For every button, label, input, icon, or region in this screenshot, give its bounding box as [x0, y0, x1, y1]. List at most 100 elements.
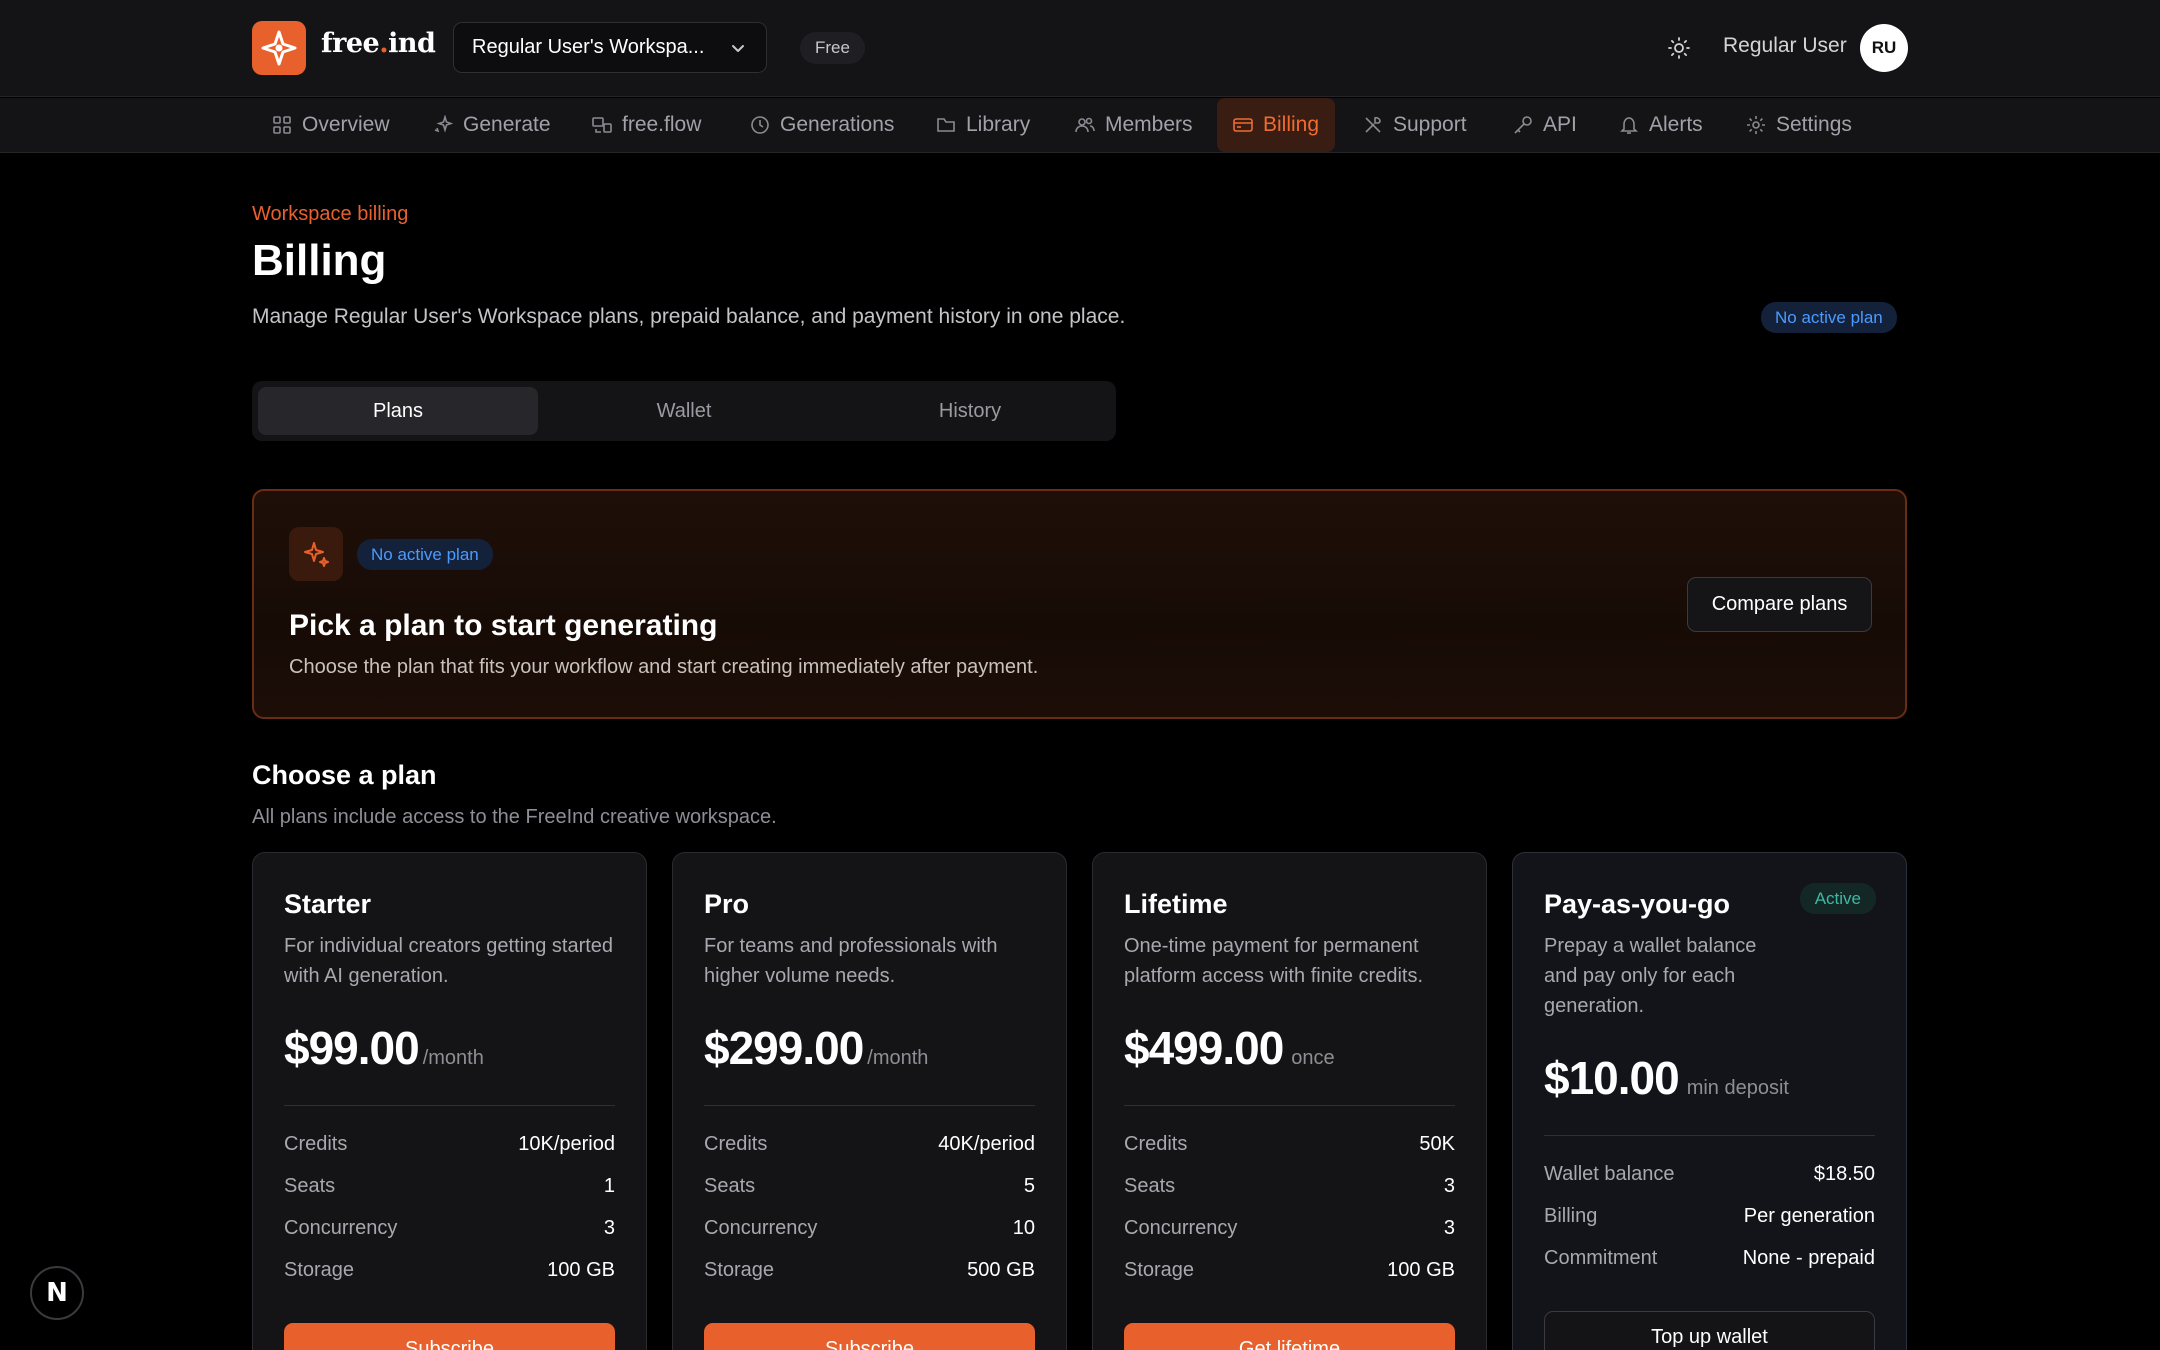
- theme-toggle-button[interactable]: [1664, 33, 1694, 63]
- sparkle-icon: [434, 115, 453, 133]
- card-divider: [704, 1105, 1035, 1106]
- status-badge: No active plan: [1761, 302, 1897, 333]
- logo-icon[interactable]: [252, 21, 306, 75]
- plan-description: For individual creators getting started …: [284, 935, 614, 987]
- tab-plans[interactable]: Plans: [258, 387, 538, 435]
- nav-label: Generations: [780, 113, 895, 136]
- tools-icon: [1365, 116, 1381, 133]
- plan-name: Pro: [704, 889, 750, 919]
- users-icon: [1075, 117, 1095, 133]
- spec-row: Seats 1: [284, 1175, 615, 1197]
- nav-item-api[interactable]: API: [1497, 98, 1593, 152]
- plan-price: $10.00 min deposit: [1544, 1051, 1789, 1105]
- spec-row: Commitment None - prepaid: [1544, 1247, 1875, 1269]
- plan-name: Lifetime: [1124, 889, 1228, 919]
- billing-tabs: Plans Wallet History: [252, 381, 1116, 441]
- top-bar: free.ind Regular User's Workspa... Free …: [0, 0, 2160, 97]
- top-up-wallet-button[interactable]: Top up wallet: [1544, 1311, 1875, 1350]
- page-subtitle: Manage Regular User's Workspace plans, p…: [252, 305, 1126, 328]
- nav-item-settings[interactable]: Settings: [1730, 98, 1868, 152]
- nav-label: Support: [1393, 113, 1467, 136]
- plan-card-lifetime: Lifetime One-time payment for permanent …: [1092, 852, 1487, 1350]
- nav-item-free-flow[interactable]: free.flow: [576, 98, 717, 152]
- folder-icon: [937, 118, 955, 132]
- active-badge: Active: [1799, 883, 1876, 914]
- nav-label: free.flow: [622, 113, 702, 136]
- nav-label: Alerts: [1649, 113, 1703, 136]
- section-subtitle: All plans include access to the FreeInd …: [252, 806, 777, 828]
- plan-card-pro: Pro For teams and professionals with hig…: [672, 852, 1067, 1350]
- dev-tools-badge[interactable]: N: [30, 1266, 84, 1320]
- spec-row: Storage 500 GB: [704, 1259, 1035, 1281]
- get-lifetime-button[interactable]: Get lifetime: [1124, 1323, 1455, 1350]
- price-period: /month: [422, 1047, 484, 1069]
- bell-icon: [1620, 117, 1638, 134]
- card-divider: [284, 1105, 615, 1106]
- chevron-down-icon: [732, 44, 744, 52]
- subscribe-button[interactable]: Subscribe: [704, 1323, 1035, 1350]
- user-name[interactable]: Regular User: [1723, 34, 1847, 58]
- nav-item-generate[interactable]: Generate: [417, 98, 567, 152]
- plan-hero: No active plan Pick a plan to start gene…: [252, 489, 1907, 719]
- plan-description: Prepay a wallet balance and pay only for…: [1544, 935, 1757, 1017]
- plan-card-pay-as-you-go: Pay-as-you-go Active Prepay a wallet bal…: [1512, 852, 1907, 1350]
- price-period: /month: [867, 1047, 929, 1069]
- plan-description: For teams and professionals with higher …: [704, 935, 998, 987]
- price-period: once: [1291, 1047, 1335, 1069]
- spec-row: Credits 50K: [1124, 1133, 1455, 1155]
- nav-label: Generate: [463, 113, 551, 136]
- grid-icon: [273, 116, 291, 134]
- plan-description: One-time payment for permanent platform …: [1124, 935, 1423, 987]
- spec-row: Storage 100 GB: [284, 1259, 615, 1281]
- price-amount: $499.00: [1124, 1022, 1284, 1074]
- hero-title: Pick a plan to start generating: [289, 609, 718, 642]
- avatar[interactable]: RU: [1860, 24, 1908, 72]
- nav-item-alerts[interactable]: Alerts: [1603, 98, 1719, 152]
- spec-row: Seats 3: [1124, 1175, 1455, 1197]
- spec-row: Concurrency 10: [704, 1217, 1035, 1239]
- spec-row: Credits 10K/period: [284, 1133, 615, 1155]
- tab-wallet[interactable]: Wallet: [544, 387, 824, 435]
- spec-row: Billing Per generation: [1544, 1205, 1875, 1227]
- card-divider: [1544, 1135, 1875, 1136]
- subscribe-button[interactable]: Subscribe: [284, 1323, 615, 1350]
- main-nav: Overview Generate free.flow Generations …: [0, 98, 2160, 153]
- price-period: min deposit: [1686, 1077, 1789, 1099]
- nav-item-generations[interactable]: Generations: [734, 98, 910, 152]
- gear-icon: [1747, 116, 1765, 134]
- workspace-select[interactable]: Regular User's Workspa...: [453, 22, 767, 73]
- plan-name: Pay-as-you-go: [1544, 889, 1731, 919]
- hero-status-badge: No active plan: [357, 539, 493, 570]
- nav-label: Billing: [1263, 113, 1320, 136]
- credit-card-icon: [1233, 118, 1253, 132]
- plan-price: $99.00 /month: [284, 1021, 484, 1075]
- compare-plans-button[interactable]: Compare plans: [1687, 577, 1872, 632]
- nav-label: Members: [1105, 113, 1193, 136]
- nav-label: Library: [966, 113, 1031, 136]
- flow-icon: [592, 117, 612, 133]
- spec-row: Seats 5: [704, 1175, 1035, 1197]
- tab-history[interactable]: History: [830, 387, 1110, 435]
- price-amount: $299.00: [704, 1022, 864, 1074]
- nav-item-members[interactable]: Members: [1059, 98, 1209, 152]
- nav-label: Settings: [1776, 113, 1852, 136]
- nav-label: API: [1543, 113, 1577, 136]
- card-divider: [1124, 1105, 1455, 1106]
- nav-item-support[interactable]: Support: [1347, 98, 1483, 152]
- spec-row: Concurrency 3: [1124, 1217, 1455, 1239]
- spec-row: Concurrency 3: [284, 1217, 615, 1239]
- section-title: Choose a plan: [252, 760, 437, 790]
- spec-row: Wallet balance $18.50: [1544, 1163, 1875, 1185]
- nav-item-library[interactable]: Library: [920, 98, 1046, 152]
- plan-price: $299.00 /month: [704, 1021, 928, 1075]
- page-title: Billing: [252, 236, 387, 285]
- plan-price: $499.00 once: [1124, 1021, 1335, 1075]
- nav-label: Overview: [302, 113, 390, 136]
- price-amount: $99.00: [284, 1022, 420, 1074]
- page-eyebrow: Workspace billing: [252, 203, 409, 225]
- spec-row: Credits 40K/period: [704, 1133, 1035, 1155]
- nav-item-billing[interactable]: Billing: [1217, 98, 1336, 152]
- sun-icon: [1668, 37, 1690, 59]
- logo-wordmark[interactable]: free.ind: [321, 28, 436, 59]
- nav-item-overview[interactable]: Overview: [256, 98, 406, 152]
